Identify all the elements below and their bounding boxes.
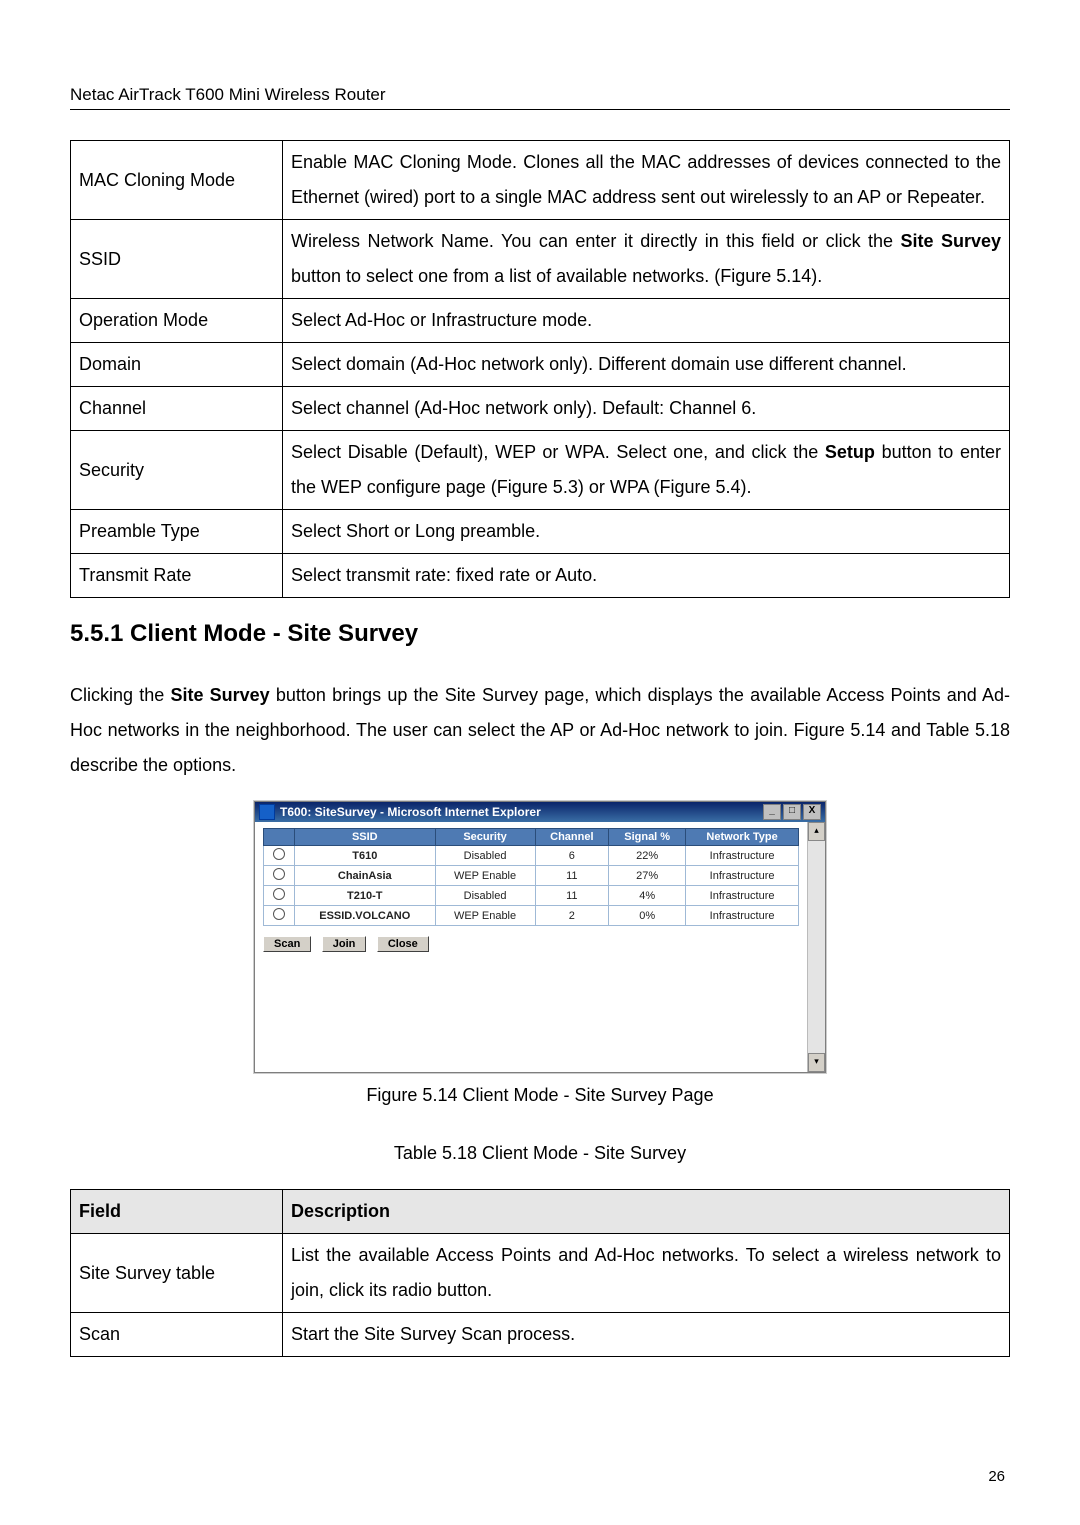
- fd-desc: List the available Access Points and Ad-…: [283, 1234, 1010, 1313]
- def-field: Domain: [71, 343, 283, 387]
- def-desc: Select channel (Ad-Hoc network only). De…: [283, 387, 1010, 431]
- def-field: Preamble Type: [71, 510, 283, 554]
- table-row: SSID Wireless Network Name. You can ente…: [71, 220, 1010, 299]
- page-number: 26: [988, 1468, 1005, 1485]
- header-description: Description: [283, 1190, 1010, 1234]
- scroll-up-icon[interactable]: ▴: [808, 822, 825, 841]
- def-field: MAC Cloning Mode: [71, 141, 283, 220]
- page-header: Netac AirTrack T600 Mini Wireless Router: [70, 85, 1010, 110]
- bold-text: Setup: [825, 442, 875, 462]
- table-row: Scan Start the Site Survey Scan process.: [71, 1313, 1010, 1357]
- cell-ssid: T610: [295, 846, 436, 866]
- cell-channel: 2: [535, 906, 609, 926]
- cell-channel: 6: [535, 846, 609, 866]
- table-row: Domain Select domain (Ad-Hoc network onl…: [71, 343, 1010, 387]
- site-survey-table: SSID Security Channel Signal % Network T…: [263, 828, 799, 926]
- cell-signal: 4%: [609, 886, 686, 906]
- close-window-button[interactable]: X: [803, 804, 821, 820]
- table-row: Channel Select channel (Ad-Hoc network o…: [71, 387, 1010, 431]
- window-title: T600: SiteSurvey - Microsoft Internet Ex…: [280, 805, 541, 819]
- table-row: Security Select Disable (Default), WEP o…: [71, 431, 1010, 510]
- cell-channel: 11: [535, 866, 609, 886]
- survey-row: ChainAsia WEP Enable 11 27% Infrastructu…: [264, 866, 799, 886]
- def-desc: Select Short or Long preamble.: [283, 510, 1010, 554]
- cell-security: WEP Enable: [435, 906, 535, 926]
- text: button to select one from a list of avai…: [291, 266, 822, 286]
- survey-row: T210-T Disabled 11 4% Infrastructure: [264, 886, 799, 906]
- close-button[interactable]: Close: [377, 936, 429, 952]
- bold-text: Site Survey: [900, 231, 1001, 251]
- text: Clicking the: [70, 685, 170, 705]
- select-radio[interactable]: [273, 848, 285, 860]
- col-signal: Signal %: [609, 829, 686, 846]
- table-row: MAC Cloning Mode Enable MAC Cloning Mode…: [71, 141, 1010, 220]
- window-titlebar: T600: SiteSurvey - Microsoft Internet Ex…: [255, 802, 825, 822]
- scan-button[interactable]: Scan: [263, 936, 311, 952]
- site-survey-window: T600: SiteSurvey - Microsoft Internet Ex…: [254, 801, 826, 1073]
- cell-security: Disabled: [435, 846, 535, 866]
- cell-type: Infrastructure: [686, 866, 799, 886]
- bold-text: Site Survey: [170, 685, 269, 705]
- cell-ssid: ESSID.VOLCANO: [295, 906, 436, 926]
- text: Wireless Network Name. You can enter it …: [291, 231, 900, 251]
- cell-ssid: T210-T: [295, 886, 436, 906]
- cell-type: Infrastructure: [686, 846, 799, 866]
- fd-desc: Start the Site Survey Scan process.: [283, 1313, 1010, 1357]
- cell-signal: 0%: [609, 906, 686, 926]
- def-field: Transmit Rate: [71, 554, 283, 598]
- table-row: Site Survey table List the available Acc…: [71, 1234, 1010, 1313]
- section-body: Clicking the Site Survey button brings u…: [70, 678, 1010, 783]
- fd-field: Scan: [71, 1313, 283, 1357]
- section-heading: 5.5.1 Client Mode - Site Survey: [70, 620, 1010, 648]
- minimize-button[interactable]: _: [763, 804, 781, 820]
- fd-field: Site Survey table: [71, 1234, 283, 1313]
- cell-security: Disabled: [435, 886, 535, 906]
- cell-signal: 22%: [609, 846, 686, 866]
- def-desc: Enable MAC Cloning Mode. Clones all the …: [283, 141, 1010, 220]
- text: Select Disable (Default), WEP or WPA. Se…: [291, 442, 825, 462]
- def-field: Channel: [71, 387, 283, 431]
- survey-row: ESSID.VOLCANO WEP Enable 2 0% Infrastruc…: [264, 906, 799, 926]
- cell-channel: 11: [535, 886, 609, 906]
- table-row: Preamble Type Select Short or Long pream…: [71, 510, 1010, 554]
- select-radio[interactable]: [273, 888, 285, 900]
- def-desc: Select domain (Ad-Hoc network only). Dif…: [283, 343, 1010, 387]
- def-desc: Select transmit rate: fixed rate or Auto…: [283, 554, 1010, 598]
- cell-security: WEP Enable: [435, 866, 535, 886]
- field-description-table: Field Description Site Survey table List…: [70, 1189, 1010, 1357]
- select-radio[interactable]: [273, 908, 285, 920]
- def-field: Security: [71, 431, 283, 510]
- table-row: Operation Mode Select Ad-Hoc or Infrastr…: [71, 299, 1010, 343]
- col-network-type: Network Type: [686, 829, 799, 846]
- figure-caption: Figure 5.14 Client Mode - Site Survey Pa…: [366, 1085, 713, 1106]
- def-field: Operation Mode: [71, 299, 283, 343]
- def-desc: Wireless Network Name. You can enter it …: [283, 220, 1010, 299]
- survey-row: T610 Disabled 6 22% Infrastructure: [264, 846, 799, 866]
- col-ssid: SSID: [295, 829, 436, 846]
- table-caption: Table 5.18 Client Mode - Site Survey: [394, 1143, 686, 1164]
- col-channel: Channel: [535, 829, 609, 846]
- cell-ssid: ChainAsia: [295, 866, 436, 886]
- table-row: Transmit Rate Select transmit rate: fixe…: [71, 554, 1010, 598]
- cell-type: Infrastructure: [686, 886, 799, 906]
- join-button[interactable]: Join: [322, 936, 367, 952]
- col-security: Security: [435, 829, 535, 846]
- maximize-button[interactable]: □: [783, 804, 801, 820]
- ie-icon: [259, 804, 275, 820]
- header-field: Field: [71, 1190, 283, 1234]
- def-desc: Select Disable (Default), WEP or WPA. Se…: [283, 431, 1010, 510]
- scrollbar[interactable]: ▴ ▾: [807, 822, 825, 1072]
- def-field: SSID: [71, 220, 283, 299]
- cell-type: Infrastructure: [686, 906, 799, 926]
- select-radio[interactable]: [273, 868, 285, 880]
- definitions-table: MAC Cloning Mode Enable MAC Cloning Mode…: [70, 140, 1010, 598]
- def-desc: Select Ad-Hoc or Infrastructure mode.: [283, 299, 1010, 343]
- cell-signal: 27%: [609, 866, 686, 886]
- scroll-down-icon[interactable]: ▾: [808, 1053, 825, 1072]
